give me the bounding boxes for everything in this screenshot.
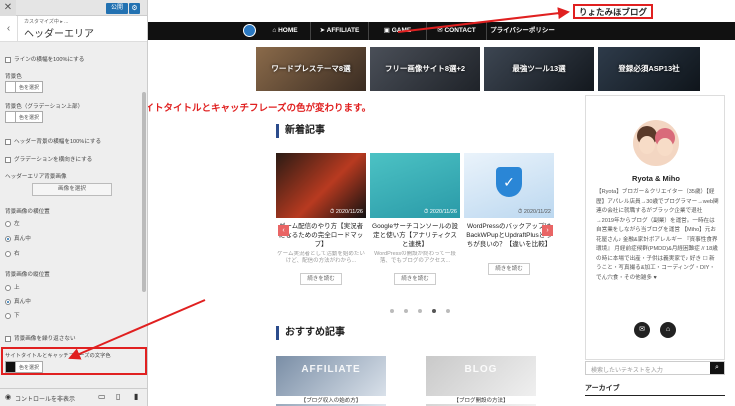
carousel-dot[interactable] bbox=[404, 309, 408, 313]
hide-controls-icon[interactable]: ◉ bbox=[5, 393, 11, 401]
scrollbar[interactable] bbox=[142, 92, 146, 292]
featured-banner[interactable]: 最強ツール13選 bbox=[484, 47, 594, 91]
back-arrow-icon[interactable]: ‹ bbox=[0, 16, 18, 42]
post-title[interactable]: ゲーム配信のやり方【実況者になるための完全ロードマップ】 bbox=[276, 222, 366, 249]
nav-home[interactable]: ⌂ HOME bbox=[260, 22, 310, 40]
select-image-button[interactable]: 画像を選択 bbox=[32, 183, 112, 196]
gradient-horizontal-checkbox[interactable]: グラデーションを横向きにする bbox=[5, 155, 92, 163]
search-icon[interactable]: ⌕ bbox=[710, 362, 724, 374]
bg-color-label: 背景色 bbox=[5, 74, 22, 80]
home-icon[interactable]: ⌂ bbox=[660, 322, 676, 338]
hpos-left-radio[interactable]: 左 bbox=[5, 219, 20, 227]
customizer-topbar: ✕ 公開 ⚙ bbox=[0, 0, 147, 16]
desktop-icon[interactable]: ▭ bbox=[98, 392, 106, 401]
site-preview: ⌂ HOME ➤ AFFILIATE ▣ GAME ✉ CONTACT プライバ… bbox=[148, 0, 735, 406]
new-posts-heading: 新着記事 bbox=[276, 124, 325, 138]
archive-heading: アーカイブ bbox=[585, 383, 725, 396]
post-date: ⏱ 2020/11/26 bbox=[330, 209, 363, 215]
recommend-subtitle[interactable]: 【ブログ開設の方法】 bbox=[426, 396, 536, 404]
post-thumbnail[interactable]: ✓ ⏱ 2020/11/22 bbox=[464, 153, 554, 218]
bg-image-label: ヘッダーエリア背景画像 bbox=[5, 174, 67, 180]
profile-bio: 【Ryota】ブロガー＆クリエイター（35歳）【経歴】アパレル店員→30歳でプロ… bbox=[596, 189, 719, 281]
post-card[interactable]: ⏱ 2020/11/26 ゲーム配信のやり方【実況者になるための完全ロードマップ… bbox=[276, 153, 366, 285]
post-card[interactable]: ✓ ⏱ 2020/11/22 WordPressのバックアップはBackWPup… bbox=[464, 153, 554, 275]
featured-banner[interactable]: フリー画像サイト8選+2 bbox=[370, 47, 480, 91]
carousel-dot[interactable] bbox=[432, 309, 436, 313]
customizer-panel: ✕ 公開 ⚙ ‹ カスタマイズ中 ▸ ... ヘッダーエリア ラインの横幅を10… bbox=[0, 0, 148, 406]
hpos-center-radio[interactable]: 真ん中 bbox=[5, 234, 31, 242]
bg-full-checkbox[interactable]: ヘッダー背景の横幅を100%にする bbox=[5, 137, 101, 145]
section-header: ‹ カスタマイズ中 ▸ ... ヘッダーエリア bbox=[0, 16, 147, 42]
profile-name: Ryota & Miho bbox=[632, 174, 680, 183]
read-more-button[interactable]: 続きを読む bbox=[394, 273, 436, 285]
vpos-top-radio[interactable]: 上 bbox=[5, 283, 20, 291]
post-thumbnail[interactable]: ⏱ 2020/11/26 bbox=[370, 153, 460, 218]
shield-icon: ✓ bbox=[496, 167, 522, 197]
post-excerpt: WordPressの開設が終わって一段落、でもブログのアクセス... bbox=[374, 251, 456, 264]
hide-controls-link[interactable]: コントロールを非表示 bbox=[15, 394, 75, 403]
carousel-dots bbox=[385, 300, 455, 318]
nav-game[interactable]: ▣ GAME bbox=[368, 22, 426, 40]
read-more-button[interactable]: 続きを読む bbox=[488, 263, 530, 275]
post-date: ⏱ 2020/11/26 bbox=[424, 209, 457, 215]
post-excerpt: ゲーム実況者として活動を始めたいけど、配信の方法がわから... bbox=[277, 251, 365, 264]
mail-icon[interactable]: ✉ bbox=[634, 322, 650, 338]
recommend-card[interactable]: BLOG 【ブログ開設の方法】 bbox=[426, 356, 536, 406]
recommend-subtitle[interactable]: 【ブログ収入の始め方】 bbox=[276, 396, 386, 404]
post-thumbnail[interactable]: ⏱ 2020/11/26 bbox=[276, 153, 366, 218]
featured-banner[interactable]: ワードプレステーマ8選 bbox=[256, 47, 366, 91]
search-input[interactable]: 検索したいテキストを入力 bbox=[591, 365, 663, 374]
section-title: ヘッダーエリア bbox=[24, 29, 94, 40]
bg-gradient-label: 背景色（グラデーション上部） bbox=[5, 104, 84, 110]
site-title[interactable]: りょたみほブログ bbox=[573, 4, 654, 19]
nav-contact[interactable]: ✉ CONTACT bbox=[426, 22, 486, 40]
bg-gradient-button[interactable]: 色を選択 bbox=[5, 111, 43, 123]
close-icon[interactable]: ✕ bbox=[0, 0, 16, 16]
post-date: ⏱ 2020/11/22 bbox=[518, 209, 551, 215]
bg-color-button[interactable]: 色を選択 bbox=[5, 81, 43, 93]
customizer-footer: ◉ コントロールを非表示 ▭ ▯ ▮ bbox=[0, 388, 147, 406]
gear-icon[interactable]: ⚙ bbox=[129, 3, 140, 14]
annotation-text: サイトタイトルとキャッチフレーズの色が変わります。 bbox=[148, 100, 374, 114]
tablet-icon[interactable]: ▯ bbox=[116, 392, 120, 401]
profile-widget: Ryota & Miho 【Ryota】ブロガー＆クリエイター（35歳）【経歴】… bbox=[585, 95, 725, 360]
mobile-icon[interactable]: ▮ bbox=[134, 392, 138, 401]
annotation-highlight bbox=[1, 347, 147, 375]
carousel-dot[interactable] bbox=[390, 309, 394, 313]
recommend-label: AFFILIATE bbox=[301, 364, 361, 375]
read-more-button[interactable]: 続きを読む bbox=[300, 273, 342, 285]
featured-banner[interactable]: 登録必須ASP13社 bbox=[598, 47, 700, 91]
carousel-dot[interactable] bbox=[418, 309, 422, 313]
post-card[interactable]: ⏱ 2020/11/26 Googleサーチコンソールの設定と使い方【アナリティ… bbox=[370, 153, 460, 285]
line-full-checkbox[interactable]: ラインの横幅を100%にする bbox=[5, 55, 84, 63]
hpos-right-radio[interactable]: 右 bbox=[5, 249, 20, 257]
post-title[interactable]: Googleサーチコンソールの設定と使い方【アナリティクスと連携】 bbox=[370, 222, 460, 249]
global-nav: ⌂ HOME ➤ AFFILIATE ▣ GAME ✉ CONTACT プライバ… bbox=[148, 22, 735, 40]
publish-button[interactable]: 公開 bbox=[106, 3, 128, 14]
hpos-label: 背景画像の横位置 bbox=[5, 209, 50, 215]
carousel-dot[interactable] bbox=[446, 309, 450, 313]
post-title[interactable]: WordPressのバックアップはBackWPupとUpdraftPlusどっち… bbox=[464, 222, 554, 258]
nav-privacy[interactable]: プライバシーポリシー bbox=[486, 22, 558, 40]
recommend-card[interactable]: AFFILIATE 【ブログ収入の始め方】 bbox=[276, 356, 386, 406]
nav-affiliate[interactable]: ➤ AFFILIATE bbox=[310, 22, 368, 40]
carousel-next-icon[interactable]: › bbox=[542, 225, 553, 236]
no-repeat-checkbox[interactable]: 背景画像を繰り返さない bbox=[5, 334, 76, 342]
avatar bbox=[633, 120, 679, 166]
search-widget: 検索したいテキストを入力 ⌕ bbox=[585, 361, 725, 375]
breadcrumb: カスタマイズ中 ▸ ... bbox=[24, 19, 69, 25]
recommend-label: BLOG bbox=[464, 364, 498, 375]
site-logo-icon[interactable] bbox=[243, 24, 256, 37]
recommend-heading: おすすめ記事 bbox=[276, 326, 345, 340]
vpos-bottom-radio[interactable]: 下 bbox=[5, 311, 20, 319]
vpos-center-radio[interactable]: 真ん中 bbox=[5, 297, 31, 305]
vpos-label: 背景画像の縦位置 bbox=[5, 272, 50, 278]
carousel-prev-icon[interactable]: ‹ bbox=[278, 225, 289, 236]
